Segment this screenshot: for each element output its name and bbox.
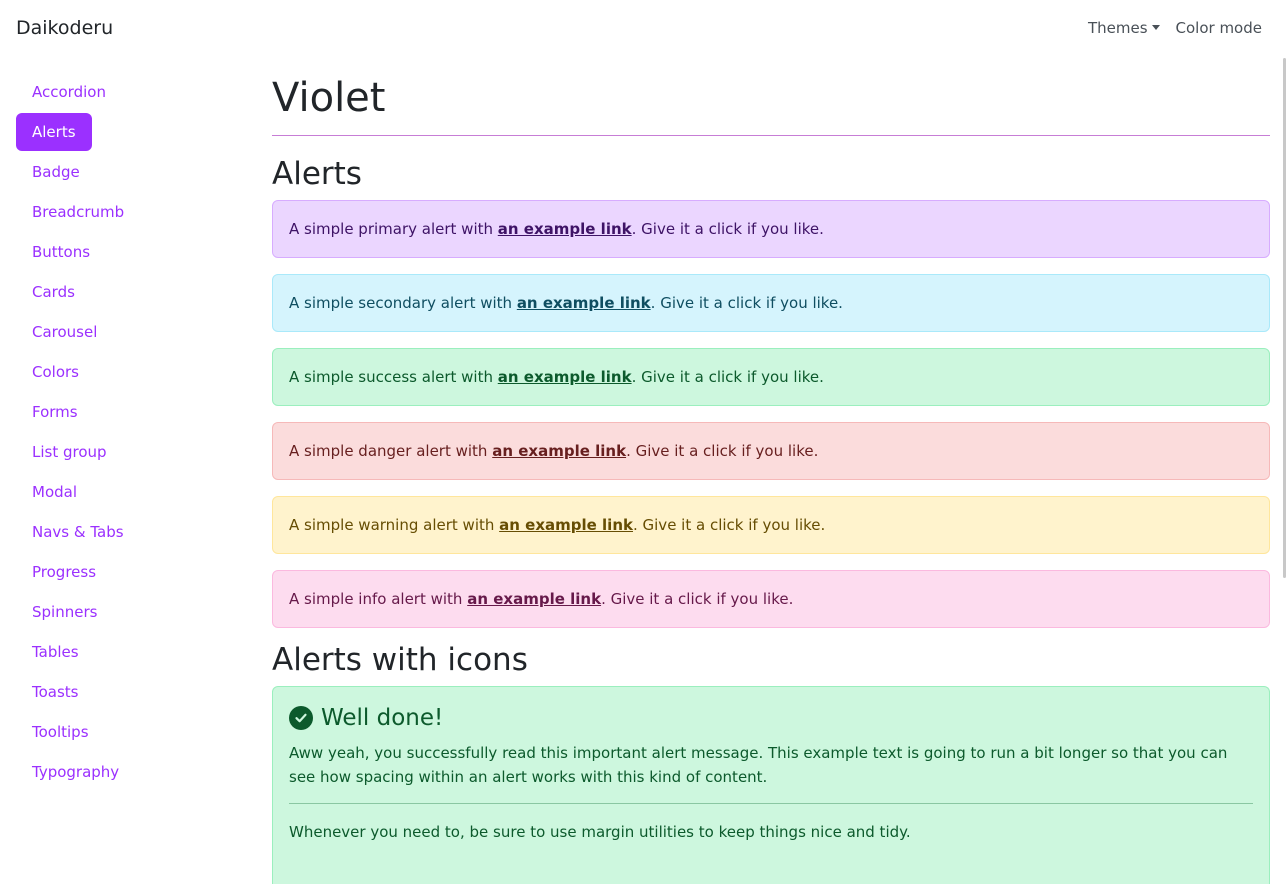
caret-down-icon <box>1151 25 1160 30</box>
themes-dropdown[interactable]: Themes <box>1088 19 1160 37</box>
alert-body-text: Aww yeah, you successfully read this imp… <box>289 744 1228 786</box>
sidebar-item-colors[interactable]: Colors <box>16 353 226 391</box>
alert-divider <box>289 803 1253 804</box>
sidebar-item-buttons[interactable]: Buttons <box>16 233 226 271</box>
navbar-right: Themes Color mode <box>1088 19 1262 37</box>
title-divider <box>272 135 1270 136</box>
alert-text: . Give it a click if you like. <box>626 442 819 460</box>
alert-warning: A simple warning alert with an example l… <box>272 496 1270 554</box>
alert-link[interactable]: an example link <box>517 294 651 312</box>
alert-text: . Give it a click if you like. <box>631 368 824 386</box>
sidebar-item-typography[interactable]: Typography <box>16 753 226 791</box>
sidebar-item-tables[interactable]: Tables <box>16 633 226 671</box>
alert-link[interactable]: an example link <box>499 516 633 534</box>
main-content: Violet Alerts A simple primary alert wit… <box>272 70 1270 884</box>
alert-secondary: A simple secondary alert with an example… <box>272 274 1270 332</box>
alert-text: A simple warning alert with <box>289 516 500 534</box>
sidebar: Accordion Alerts Badge Breadcrumb Button… <box>16 73 226 793</box>
alert-text: . Give it a click if you like. <box>650 294 843 312</box>
sidebar-item-modal[interactable]: Modal <box>16 473 226 511</box>
sidebar-item-alerts[interactable]: Alerts <box>16 113 92 151</box>
alert-success: A simple success alert with an example l… <box>272 348 1270 406</box>
alert-text: . Give it a click if you like. <box>632 516 826 534</box>
check-circle-icon <box>289 706 313 730</box>
page-title: Violet <box>272 75 386 121</box>
alert-link[interactable]: an example link <box>498 368 632 386</box>
sidebar-item-accordion[interactable]: Accordion <box>16 73 226 111</box>
alerts-section-title: Alerts <box>272 156 362 192</box>
color-mode-link[interactable]: Color mode <box>1176 19 1262 37</box>
alert-info: A simple info alert with an example link… <box>272 570 1270 628</box>
brand-link[interactable]: Daikoderu <box>16 17 113 39</box>
sidebar-item-navs-tabs[interactable]: Navs & Tabs <box>16 513 226 551</box>
alert-success-with-icon: Well done! Aww yeah, you successfully re… <box>272 686 1270 884</box>
alert-link[interactable]: an example link <box>498 220 632 238</box>
themes-label: Themes <box>1087 19 1148 37</box>
alert-heading-row: Well done! <box>289 703 1253 733</box>
alert-text: . Give it a click if you like. <box>601 590 794 608</box>
alert-link[interactable]: an example link <box>492 442 626 460</box>
alert-link[interactable]: an example link <box>467 590 601 608</box>
alert-danger: A simple danger alert with an example li… <box>272 422 1270 480</box>
sidebar-item-toasts[interactable]: Toasts <box>16 673 226 711</box>
alert-text: A simple info alert with <box>289 590 468 608</box>
icons-section-title: Alerts with icons <box>272 642 528 678</box>
alert-heading: Well done! <box>321 705 444 731</box>
sidebar-item-cards[interactable]: Cards <box>16 273 226 311</box>
sidebar-item-tooltips[interactable]: Tooltips <box>16 713 226 751</box>
alert-footer-text: Whenever you need to, be sure to use mar… <box>289 823 911 841</box>
alert-text: A simple primary alert with <box>289 220 498 238</box>
sidebar-item-breadcrumb[interactable]: Breadcrumb <box>16 193 226 231</box>
navbar: Daikoderu Themes Color mode <box>0 0 1286 58</box>
sidebar-item-progress[interactable]: Progress <box>16 553 226 591</box>
alert-primary: A simple primary alert with an example l… <box>272 200 1270 258</box>
alert-text: A simple danger alert with <box>289 442 493 460</box>
alert-text: A simple secondary alert with <box>289 294 517 312</box>
sidebar-item-forms[interactable]: Forms <box>16 393 226 431</box>
sidebar-item-badge[interactable]: Badge <box>16 153 226 191</box>
sidebar-item-spinners[interactable]: Spinners <box>16 593 226 631</box>
sidebar-item-carousel[interactable]: Carousel <box>16 313 226 351</box>
alert-text: . Give it a click if you like. <box>631 220 824 238</box>
sidebar-item-list-group[interactable]: List group <box>16 433 226 471</box>
alert-text: A simple success alert with <box>289 368 498 386</box>
